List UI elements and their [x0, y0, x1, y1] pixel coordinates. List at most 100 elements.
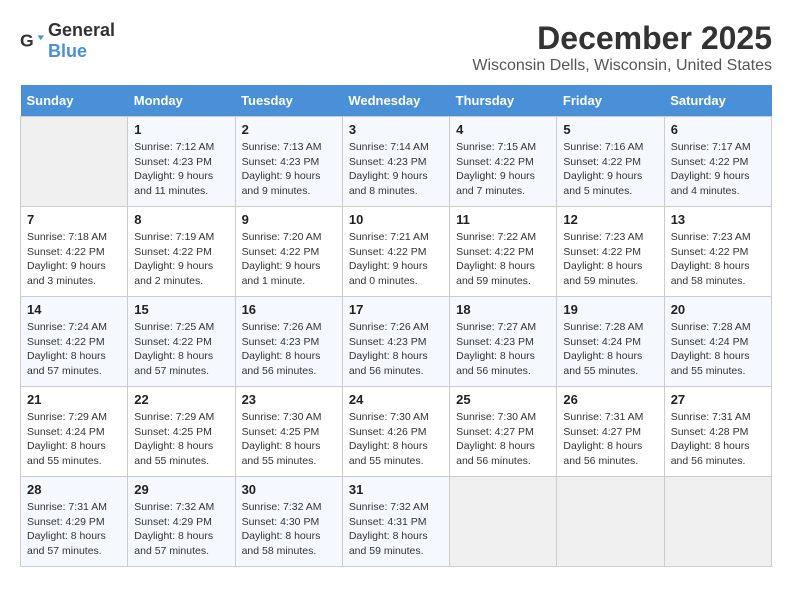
day-info: Sunrise: 7:29 AMSunset: 4:24 PMDaylight:… [27, 410, 121, 469]
logo-icon: G [20, 29, 44, 53]
day-header-tuesday: Tuesday [235, 85, 342, 117]
calendar-cell: 5 Sunrise: 7:16 AMSunset: 4:22 PMDaylight… [557, 117, 664, 207]
day-number: 12 [563, 212, 657, 227]
day-header-saturday: Saturday [664, 85, 771, 117]
day-number: 16 [242, 302, 336, 317]
logo: G General Blue [20, 20, 115, 62]
calendar-cell: 11 Sunrise: 7:22 AMSunset: 4:22 PMDayligh… [450, 207, 557, 297]
calendar-cell: 25 Sunrise: 7:30 AMSunset: 4:27 PMDayligh… [450, 387, 557, 477]
day-number: 8 [134, 212, 228, 227]
day-info: Sunrise: 7:32 AMSunset: 4:30 PMDaylight:… [242, 500, 336, 559]
day-info: Sunrise: 7:26 AMSunset: 4:23 PMDaylight:… [349, 320, 443, 379]
calendar-cell: 17 Sunrise: 7:26 AMSunset: 4:23 PMDayligh… [342, 297, 449, 387]
calendar-cell: 31Sunrise: 7:32 AMSunset: 4:31 PMDayligh… [342, 477, 449, 567]
calendar-cell [557, 477, 664, 567]
calendar-cell: 6Sunrise: 7:17 AMSunset: 4:22 PMDaylight… [664, 117, 771, 207]
day-number: 22 [134, 392, 228, 407]
calendar-cell: 3 Sunrise: 7:14 AMSunset: 4:23 PMDaylight… [342, 117, 449, 207]
day-number: 27 [671, 392, 765, 407]
day-header-sunday: Sunday [21, 85, 128, 117]
calendar-cell: 12 Sunrise: 7:23 AMSunset: 4:22 PMDayligh… [557, 207, 664, 297]
day-info: Sunrise: 7:12 AMSunset: 4:23 PMDaylight:… [134, 140, 228, 199]
calendar-cell: 22 Sunrise: 7:29 AMSunset: 4:25 PMDayligh… [128, 387, 235, 477]
day-info: Sunrise: 7:31 AMSunset: 4:29 PMDaylight:… [27, 500, 121, 559]
calendar-cell: 18 Sunrise: 7:27 AMSunset: 4:23 PMDayligh… [450, 297, 557, 387]
day-number: 1 [134, 122, 228, 137]
day-info: Sunrise: 7:23 AMSunset: 4:22 PMDaylight:… [563, 230, 657, 289]
calendar-cell [450, 477, 557, 567]
calendar-cell: 30 Sunrise: 7:32 AMSunset: 4:30 PMDayligh… [235, 477, 342, 567]
day-header-thursday: Thursday [450, 85, 557, 117]
day-number: 5 [563, 122, 657, 137]
title-section: December 2025 Wisconsin Dells, Wisconsin… [472, 20, 772, 75]
day-number: 15 [134, 302, 228, 317]
day-info: Sunrise: 7:30 AMSunset: 4:26 PMDaylight:… [349, 410, 443, 469]
day-info: Sunrise: 7:21 AMSunset: 4:22 PMDaylight:… [349, 230, 443, 289]
day-info: Sunrise: 7:28 AMSunset: 4:24 PMDaylight:… [563, 320, 657, 379]
day-header-friday: Friday [557, 85, 664, 117]
calendar-cell: 2 Sunrise: 7:13 AMSunset: 4:23 PMDaylight… [235, 117, 342, 207]
day-info: Sunrise: 7:20 AMSunset: 4:22 PMDaylight:… [242, 230, 336, 289]
calendar-cell: 10Sunrise: 7:21 AMSunset: 4:22 PMDayligh… [342, 207, 449, 297]
day-number: 24 [349, 392, 443, 407]
page-subtitle: Wisconsin Dells, Wisconsin, United State… [472, 57, 772, 75]
calendar-cell: 14 Sunrise: 7:24 AMSunset: 4:22 PMDayligh… [21, 297, 128, 387]
day-info: Sunrise: 7:23 AMSunset: 4:22 PMDaylight:… [671, 230, 765, 289]
calendar-cell: 13 Sunrise: 7:23 AMSunset: 4:22 PMDayligh… [664, 207, 771, 297]
day-number: 4 [456, 122, 550, 137]
calendar-cell: 28Sunrise: 7:31 AMSunset: 4:29 PMDayligh… [21, 477, 128, 567]
logo-blue: Blue [48, 41, 87, 61]
calendar-cell: 4 Sunrise: 7:15 AMSunset: 4:22 PMDaylight… [450, 117, 557, 207]
day-number: 26 [563, 392, 657, 407]
day-info: Sunrise: 7:30 AMSunset: 4:27 PMDaylight:… [456, 410, 550, 469]
day-number: 17 [349, 302, 443, 317]
day-header-monday: Monday [128, 85, 235, 117]
day-number: 6 [671, 122, 765, 137]
calendar-week-1: 1 Sunrise: 7:12 AMSunset: 4:23 PMDaylight… [21, 117, 772, 207]
calendar-cell: 16 Sunrise: 7:26 AMSunset: 4:23 PMDayligh… [235, 297, 342, 387]
day-number: 13 [671, 212, 765, 227]
day-number: 20 [671, 302, 765, 317]
day-number: 11 [456, 212, 550, 227]
day-number: 29 [134, 482, 228, 497]
calendar-cell: 15 Sunrise: 7:25 AMSunset: 4:22 PMDayligh… [128, 297, 235, 387]
day-number: 14 [27, 302, 121, 317]
day-info: Sunrise: 7:16 AMSunset: 4:22 PMDaylight:… [563, 140, 657, 199]
day-number: 23 [242, 392, 336, 407]
day-number: 9 [242, 212, 336, 227]
calendar-cell: 1 Sunrise: 7:12 AMSunset: 4:23 PMDaylight… [128, 117, 235, 207]
day-number: 3 [349, 122, 443, 137]
day-number: 18 [456, 302, 550, 317]
calendar-cell: 26Sunrise: 7:31 AMSunset: 4:27 PMDayligh… [557, 387, 664, 477]
day-number: 25 [456, 392, 550, 407]
logo-general: General [48, 20, 115, 40]
day-number: 21 [27, 392, 121, 407]
day-info: Sunrise: 7:32 AMSunset: 4:29 PMDaylight:… [134, 500, 228, 559]
day-number: 31 [349, 482, 443, 497]
day-info: Sunrise: 7:26 AMSunset: 4:23 PMDaylight:… [242, 320, 336, 379]
day-info: Sunrise: 7:27 AMSunset: 4:23 PMDaylight:… [456, 320, 550, 379]
day-info: Sunrise: 7:28 AMSunset: 4:24 PMDaylight:… [671, 320, 765, 379]
calendar-cell: 19 Sunrise: 7:28 AMSunset: 4:24 PMDayligh… [557, 297, 664, 387]
day-info: Sunrise: 7:22 AMSunset: 4:22 PMDaylight:… [456, 230, 550, 289]
day-info: Sunrise: 7:13 AMSunset: 4:23 PMDaylight:… [242, 140, 336, 199]
day-number: 2 [242, 122, 336, 137]
day-number: 30 [242, 482, 336, 497]
day-info: Sunrise: 7:15 AMSunset: 4:22 PMDaylight:… [456, 140, 550, 199]
day-info: Sunrise: 7:24 AMSunset: 4:22 PMDaylight:… [27, 320, 121, 379]
day-info: Sunrise: 7:19 AMSunset: 4:22 PMDaylight:… [134, 230, 228, 289]
day-info: Sunrise: 7:29 AMSunset: 4:25 PMDaylight:… [134, 410, 228, 469]
day-info: Sunrise: 7:25 AMSunset: 4:22 PMDaylight:… [134, 320, 228, 379]
calendar-cell: 7Sunrise: 7:18 AMSunset: 4:22 PMDaylight… [21, 207, 128, 297]
calendar-week-5: 28Sunrise: 7:31 AMSunset: 4:29 PMDayligh… [21, 477, 772, 567]
calendar-cell: 23Sunrise: 7:30 AMSunset: 4:25 PMDayligh… [235, 387, 342, 477]
day-info: Sunrise: 7:31 AMSunset: 4:28 PMDaylight:… [671, 410, 765, 469]
day-info: Sunrise: 7:14 AMSunset: 4:23 PMDaylight:… [349, 140, 443, 199]
calendar-cell: 27 Sunrise: 7:31 AMSunset: 4:28 PMDayligh… [664, 387, 771, 477]
calendar-week-4: 21 Sunrise: 7:29 AMSunset: 4:24 PMDayligh… [21, 387, 772, 477]
calendar-cell: 8 Sunrise: 7:19 AMSunset: 4:22 PMDaylight… [128, 207, 235, 297]
calendar-cell: 20 Sunrise: 7:28 AMSunset: 4:24 PMDayligh… [664, 297, 771, 387]
calendar-table: SundayMondayTuesdayWednesdayThursdayFrid… [20, 85, 772, 567]
day-info: Sunrise: 7:18 AMSunset: 4:22 PMDaylight:… [27, 230, 121, 289]
day-number: 19 [563, 302, 657, 317]
